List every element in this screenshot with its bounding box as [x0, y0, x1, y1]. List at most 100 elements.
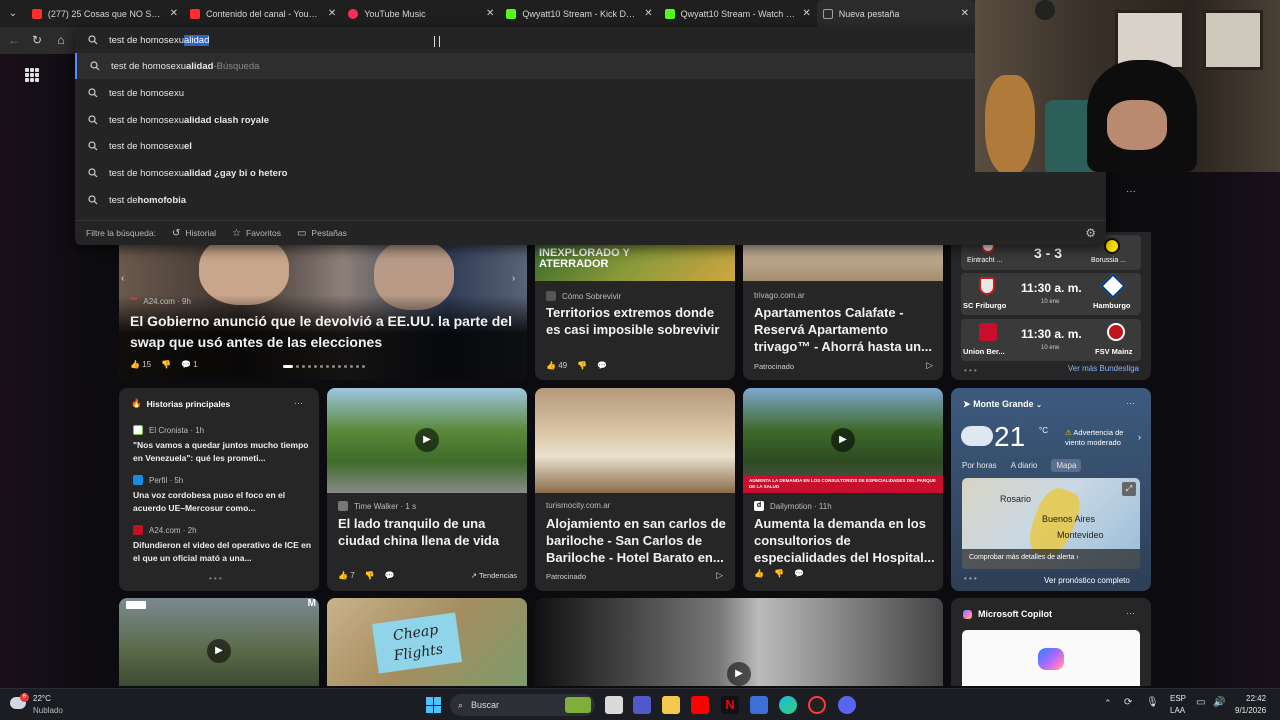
- sponsored-card-hotel[interactable]: turismocity.com.ar Alojamiento en san ca…: [535, 388, 735, 591]
- play-icon[interactable]: ▶: [831, 428, 855, 452]
- tab-3[interactable]: Qwyatt10 Stream - Kick Dashboar ✕: [500, 0, 658, 27]
- story-item[interactable]: Una voz cordobesa puso el foco en el acu…: [133, 489, 313, 515]
- store-icon[interactable]: [750, 696, 768, 714]
- comment-icon[interactable]: 💬: [385, 571, 395, 580]
- discord-icon[interactable]: [838, 696, 856, 714]
- more-options-icon[interactable]: ···: [1126, 398, 1135, 408]
- hero-headline[interactable]: El Gobierno anunció que le devolvió a EE…: [130, 311, 520, 353]
- video-card-portrait[interactable]: ▶: [535, 598, 943, 686]
- ver-mas-bundesliga-link[interactable]: Ver más Bundesliga: [1068, 364, 1139, 373]
- close-tab-icon[interactable]: ✕: [328, 8, 336, 19]
- close-tab-icon[interactable]: ✕: [486, 8, 494, 19]
- like-icon[interactable]: 👍 7: [338, 571, 355, 580]
- home-icon[interactable]: ⌂: [53, 32, 69, 48]
- tab-actions-chevron-icon[interactable]: ⌄: [0, 0, 26, 27]
- sobrevivir-headline[interactable]: Territorios extremos donde es casi impos…: [546, 304, 726, 338]
- keyboard-layout[interactable]: LAA: [1170, 706, 1185, 715]
- microphone-icon[interactable]: 🎙: [1146, 697, 1159, 708]
- like-icon[interactable]: 👍: [754, 569, 764, 578]
- close-tab-icon[interactable]: ✕: [802, 8, 810, 19]
- tab-por-horas[interactable]: Por horas: [962, 461, 997, 472]
- filter-pestanas[interactable]: ▭ Pestañas: [297, 228, 347, 239]
- dislike-icon[interactable]: 👎: [365, 571, 375, 580]
- news-card-china[interactable]: ▶ Time Walker · 1 s El lado tranquilo de…: [327, 388, 527, 591]
- network-icon[interactable]: ▭: [1196, 697, 1205, 708]
- teams-icon[interactable]: [633, 696, 651, 714]
- tab-a-diario[interactable]: A diario: [1011, 461, 1038, 472]
- sponsored-card-trivago[interactable]: trivago.com.ar Apartamentos Calafate - R…: [743, 245, 943, 380]
- china-headline[interactable]: El lado tranquilo de una ciudad china ll…: [338, 515, 518, 549]
- more-options-icon[interactable]: ···: [294, 398, 303, 408]
- refresh-icon[interactable]: ↻: [29, 32, 45, 48]
- suggestion-item[interactable]: test de homosexu el: [75, 133, 1106, 159]
- tab-2[interactable]: YouTube Music ✕: [342, 0, 500, 27]
- volume-icon[interactable]: 🔊: [1213, 697, 1225, 708]
- taskbar-search[interactable]: ⌕ Buscar: [450, 694, 595, 716]
- language-code[interactable]: ESP: [1170, 694, 1186, 703]
- ad-choices-icon[interactable]: ▷: [716, 570, 723, 581]
- weather-map[interactable]: Rosario Buenos Aires Montevideo ⤢ Compro…: [962, 478, 1140, 569]
- chevron-right-icon[interactable]: ›: [1138, 432, 1141, 442]
- comment-icon[interactable]: 💬: [597, 361, 607, 370]
- alert-details-link[interactable]: Comprobar más detalles de alerta ›: [962, 549, 1140, 569]
- tab-1[interactable]: Contenido del canal - YouTube St ✕: [184, 0, 342, 27]
- tab-5[interactable]: Nueva pestaña ✕: [816, 0, 975, 27]
- match-row[interactable]: Union Ber... 11:30 a. m. 10 ene FSV Main…: [961, 319, 1141, 361]
- comment-icon[interactable]: 💬 1: [181, 360, 198, 369]
- tab-0[interactable]: (277) 25 Cosas que NO Sabías hac ✕: [26, 0, 184, 27]
- suggestion-item[interactable]: test de homosexu alidad ¿gay bi o hetero: [75, 160, 1106, 186]
- like-icon[interactable]: 👍 49: [546, 361, 567, 370]
- close-tab-icon[interactable]: ✕: [644, 8, 652, 19]
- edge-browser-icon[interactable]: [779, 696, 797, 714]
- gear-icon[interactable]: ⚙: [1085, 226, 1096, 240]
- suggestion-item[interactable]: test de homofobia: [75, 187, 1106, 213]
- clock-date[interactable]: 9/1/2026: [1235, 706, 1266, 715]
- hero-news-card[interactable]: ‹ › ••• A24.com · 9h El Gobierno anunció…: [119, 245, 527, 380]
- file-explorer-icon[interactable]: [662, 696, 680, 714]
- carousel-prev-icon[interactable]: ‹: [121, 273, 133, 287]
- match-row[interactable]: SC Friburgo 11:30 a. m. 10 ene Hamburgo: [961, 273, 1141, 315]
- carousel-next-icon[interactable]: ›: [512, 273, 524, 287]
- dislike-icon[interactable]: 👎: [161, 360, 171, 369]
- tab-mapa[interactable]: Mapa: [1051, 459, 1082, 472]
- like-icon[interactable]: 👍 15: [130, 360, 151, 369]
- youtube-app-icon[interactable]: [691, 696, 709, 714]
- location-selector[interactable]: ➤ Monte Grande ⌄: [963, 399, 1042, 410]
- expand-icon[interactable]: ⤢: [1122, 482, 1136, 496]
- task-view-icon[interactable]: [605, 696, 623, 714]
- windows-start-icon[interactable]: [426, 697, 442, 713]
- hotel-headline[interactable]: Alojamiento en san carlos de bariloche -…: [546, 515, 731, 566]
- dislike-icon[interactable]: 👎: [577, 361, 587, 370]
- copilot-card[interactable]: Microsoft Copilot ···: [951, 598, 1151, 686]
- app-launcher-grid-icon[interactable]: [25, 68, 39, 82]
- tab-4[interactable]: Qwyatt10 Stream - Watch Live on ✕: [659, 0, 817, 27]
- news-card-demanda[interactable]: AUMENTA LA DEMANDA EN LOS CONSULTORIOS D…: [743, 388, 943, 591]
- clock-time[interactable]: 22:42: [1246, 694, 1266, 703]
- filter-favoritos[interactable]: ☆ Favoritos: [232, 228, 281, 239]
- news-card-sobrevivir[interactable]: INEXPLORADO Y ATERRADOR Cómo Sobrevivir …: [535, 245, 735, 380]
- close-tab-icon[interactable]: ✕: [170, 8, 178, 19]
- play-icon[interactable]: ▶: [207, 639, 231, 663]
- filter-historial[interactable]: ↺ Historial: [172, 228, 216, 239]
- demanda-headline[interactable]: Aumenta la demanda en los consultorios d…: [754, 515, 939, 566]
- wind-alert[interactable]: ⚠ Advertencia de viento moderado: [1065, 428, 1135, 448]
- more-options-icon[interactable]: ···: [1126, 186, 1136, 197]
- story-item[interactable]: Difundieron el video del operativo de IC…: [133, 539, 313, 565]
- ad-choices-icon[interactable]: ▷: [926, 360, 933, 371]
- play-icon[interactable]: ▶: [415, 428, 439, 452]
- sync-icon[interactable]: ⟳: [1124, 697, 1132, 708]
- full-forecast-link[interactable]: Ver pronóstico completo: [1044, 576, 1130, 585]
- back-arrow-icon[interactable]: ←: [6, 32, 22, 48]
- more-options-icon[interactable]: ···: [1126, 608, 1135, 618]
- suggestion-item[interactable]: test de homosexu: [75, 80, 1106, 106]
- weather-widget-button[interactable]: 6: [10, 693, 30, 713]
- dislike-icon[interactable]: 👎: [774, 569, 784, 578]
- netflix-icon[interactable]: N: [721, 696, 739, 714]
- suggestion-item[interactable]: test de homosexu alidad clash royale: [75, 107, 1106, 133]
- chevron-up-icon[interactable]: ⌃: [1104, 698, 1112, 709]
- trivago-headline[interactable]: Apartamentos Calafate - Reservá Apartame…: [754, 304, 939, 355]
- omnibox-input[interactable]: test de homosexu alidad: [75, 27, 1106, 53]
- story-item[interactable]: "Nos vamos a quedar juntos mucho tiempo …: [133, 439, 313, 465]
- suggestion-item[interactable]: test de homosexu alidad - Búsqueda: [75, 53, 1106, 79]
- video-card-jets[interactable]: M ▶: [119, 598, 319, 686]
